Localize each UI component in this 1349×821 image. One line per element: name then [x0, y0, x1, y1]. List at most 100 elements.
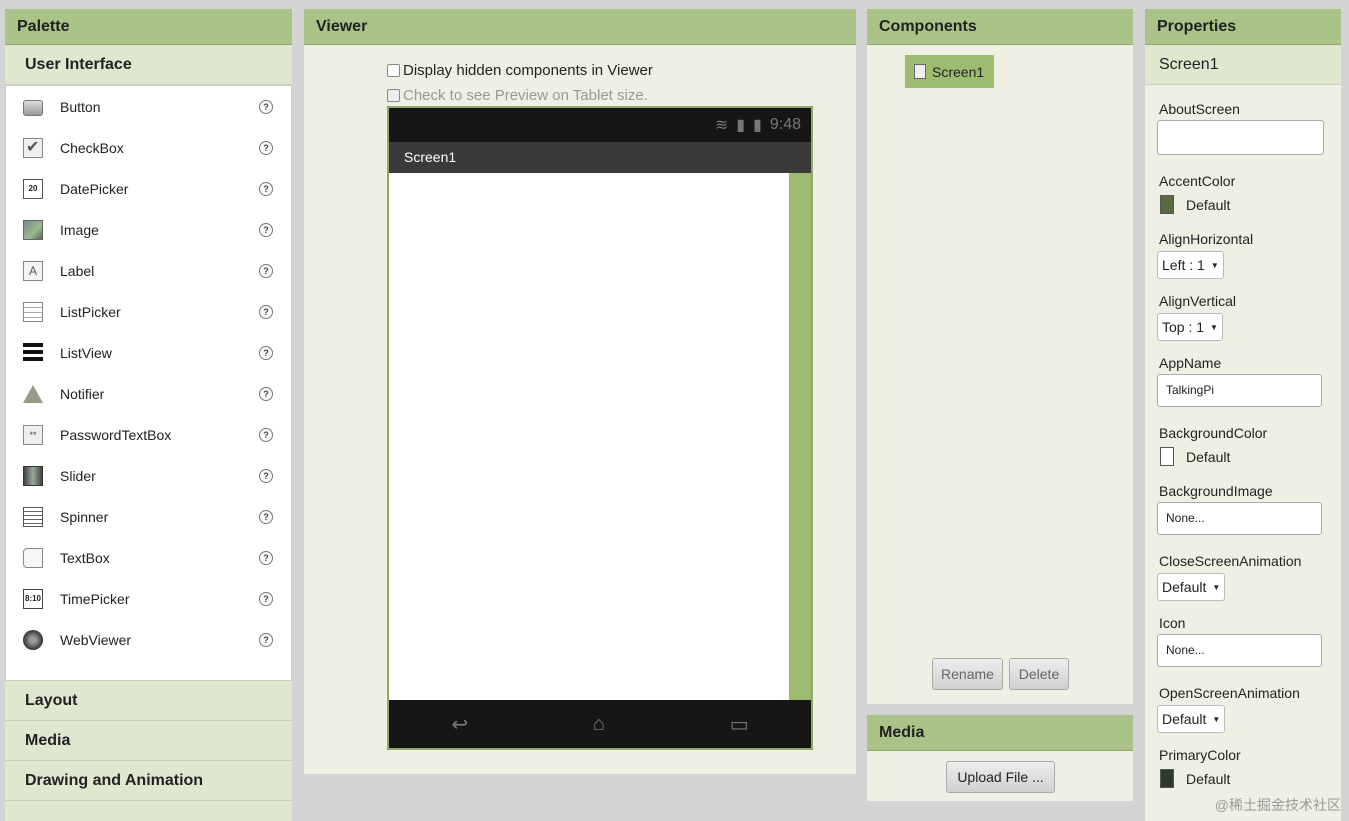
category-user-interface[interactable]: User Interface	[5, 45, 292, 85]
palette-item-button[interactable]: Button ?	[6, 86, 291, 127]
align-vertical-label: AlignVertical	[1159, 293, 1237, 309]
viewer-title: Viewer	[304, 9, 856, 45]
help-icon[interactable]: ?	[259, 509, 273, 524]
listpicker-icon	[23, 301, 43, 322]
category-layout[interactable]: Layout	[5, 681, 292, 721]
screen-scrollbar[interactable]	[789, 173, 811, 701]
palette-item-datepicker[interactable]: 20 DatePicker ?	[6, 168, 291, 209]
properties-panel: Properties Screen1 AboutScreen AccentCol…	[1145, 9, 1341, 821]
palette-item-webviewer[interactable]: WebViewer ?	[6, 619, 291, 660]
image-icon	[23, 219, 43, 240]
category-drawing-animation[interactable]: Drawing and Animation	[5, 761, 292, 801]
help-icon[interactable]: ?	[259, 181, 273, 196]
component-tree-screen1[interactable]: Screen1	[905, 55, 994, 88]
palette-title: Palette	[5, 9, 292, 45]
close-animation-label: CloseScreenAnimation	[1159, 553, 1302, 569]
palette-item-spinner[interactable]: Spinner ?	[6, 496, 291, 537]
palette-item-passwordtextbox[interactable]: ** PasswordTextBox ?	[6, 414, 291, 455]
help-icon[interactable]: ?	[259, 386, 273, 401]
upload-file-button[interactable]: Upload File ...	[946, 761, 1055, 793]
primary-color-value: Default	[1186, 770, 1231, 787]
viewer-panel: Viewer Display hidden components in View…	[304, 9, 856, 774]
tablet-preview-checkbox-row[interactable]: Check to see Preview on Tablet size.	[387, 87, 648, 104]
notifier-icon	[23, 384, 43, 403]
timepicker-icon: 8:10	[23, 588, 43, 609]
accent-color-swatch	[1160, 195, 1174, 214]
palette-item-label: ListPicker	[60, 303, 121, 320]
background-image-picker[interactable]: None...	[1157, 502, 1322, 535]
dropdown-arrow-icon: ▼	[1210, 322, 1218, 332]
open-animation-value: Default	[1162, 711, 1207, 727]
app-name-label: AppName	[1159, 355, 1222, 371]
button-icon	[23, 99, 43, 116]
components-panel: Components Screen1 Rename Delete	[867, 9, 1133, 704]
palette-item-label: TimePicker	[60, 590, 130, 607]
palette-panel: Palette User Interface Button ? CheckBox…	[5, 9, 292, 821]
help-icon[interactable]: ?	[259, 140, 273, 155]
help-icon[interactable]: ?	[259, 263, 273, 278]
palette-item-image[interactable]: Image ?	[6, 209, 291, 250]
help-icon[interactable]: ?	[259, 550, 273, 565]
category-media[interactable]: Media	[5, 721, 292, 761]
delete-button[interactable]: Delete	[1009, 658, 1069, 690]
background-color-label: BackgroundColor	[1159, 425, 1268, 441]
background-color-picker[interactable]: Default	[1160, 447, 1230, 466]
primary-color-picker[interactable]: Default	[1160, 769, 1230, 788]
checkbox-icon	[23, 137, 43, 158]
background-color-value: Default	[1186, 448, 1231, 465]
battery-icon: ▮	[753, 117, 762, 134]
hidden-components-checkbox-row[interactable]: Display hidden components in Viewer	[387, 62, 653, 79]
help-icon[interactable]: ?	[259, 591, 273, 606]
palette-item-label: DatePicker	[60, 180, 129, 197]
label-icon: A	[23, 260, 43, 281]
properties-component-name: Screen1	[1145, 45, 1341, 85]
help-icon[interactable]: ?	[259, 345, 273, 360]
tablet-preview-checkbox[interactable]	[387, 89, 400, 102]
app-name-input[interactable]: TalkingPi	[1157, 374, 1322, 407]
dropdown-arrow-icon: ▼	[1210, 260, 1219, 270]
accent-color-label: AccentColor	[1159, 173, 1236, 189]
help-icon[interactable]: ?	[259, 427, 273, 442]
align-horizontal-value: Left : 1	[1162, 257, 1205, 273]
align-vertical-select[interactable]: Top : 1 ▼	[1157, 313, 1223, 341]
media-panel: Media Upload File ...	[867, 715, 1133, 801]
about-screen-input[interactable]	[1157, 120, 1324, 155]
palette-item-label: CheckBox	[60, 139, 124, 156]
palette-item-label: Image	[60, 221, 99, 238]
textbox-icon	[23, 547, 43, 568]
listview-icon	[23, 342, 43, 363]
background-color-swatch	[1160, 447, 1174, 466]
palette-item-timepicker[interactable]: 8:10 TimePicker ?	[6, 578, 291, 619]
open-animation-select[interactable]: Default ▼	[1157, 705, 1226, 733]
phone-preview[interactable]: ≋ ▮ ▮ 9:48 Screen1 ↩ ⌂ ▭	[387, 106, 813, 750]
signal-icon: ▮	[736, 117, 746, 134]
palette-item-listview[interactable]: ListView ?	[6, 332, 291, 373]
watermark-text: @稀土掘金技术社区	[1214, 797, 1341, 813]
help-icon[interactable]: ?	[259, 632, 273, 647]
media-title: Media	[867, 715, 1133, 751]
align-vertical-value: Top : 1	[1162, 319, 1205, 335]
palette-item-label: Slider	[60, 467, 96, 484]
help-icon[interactable]: ?	[259, 222, 273, 237]
rename-button[interactable]: Rename	[932, 658, 1003, 690]
palette-item-label[interactable]: A Label ?	[6, 250, 291, 291]
palette-item-checkbox[interactable]: CheckBox ?	[6, 127, 291, 168]
help-icon[interactable]: ?	[259, 99, 273, 114]
palette-item-listpicker[interactable]: ListPicker ?	[6, 291, 291, 332]
icon-label: Icon	[1159, 615, 1186, 631]
webviewer-icon	[23, 629, 43, 650]
palette-item-slider[interactable]: Slider ?	[6, 455, 291, 496]
palette-item-label: PasswordTextBox	[60, 426, 172, 443]
help-icon[interactable]: ?	[259, 468, 273, 483]
recent-apps-icon: ▭	[729, 713, 749, 736]
palette-item-textbox[interactable]: TextBox ?	[6, 537, 291, 578]
category-more[interactable]	[5, 801, 292, 821]
close-animation-select[interactable]: Default ▼	[1157, 573, 1226, 601]
palette-item-notifier[interactable]: Notifier ?	[6, 373, 291, 414]
screen-icon	[914, 64, 926, 79]
icon-picker[interactable]: None...	[1157, 634, 1322, 667]
hidden-components-checkbox[interactable]	[387, 64, 400, 77]
accent-color-picker[interactable]: Default	[1160, 195, 1230, 214]
help-icon[interactable]: ?	[259, 304, 273, 319]
align-horizontal-select[interactable]: Left : 1 ▼	[1157, 251, 1224, 279]
